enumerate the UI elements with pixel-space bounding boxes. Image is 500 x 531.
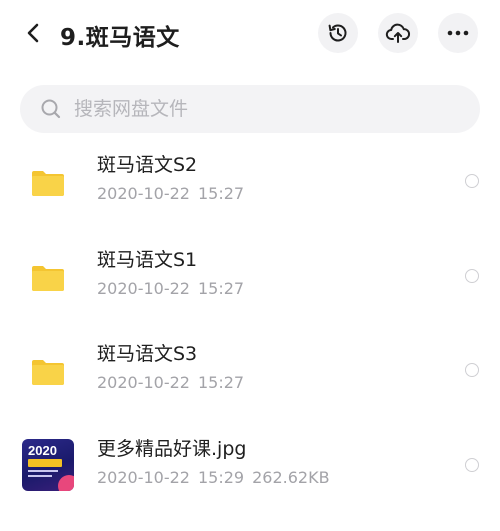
file-date: 2020-10-22	[97, 467, 190, 487]
top-bar: 9.斑马语文	[0, 0, 500, 70]
select-radio[interactable]	[465, 174, 479, 188]
select-radio[interactable]	[465, 268, 479, 283]
file-meta: 2020-10-22 15:29 262.62KB	[97, 468, 330, 487]
image-thumbnail: 2020	[22, 438, 74, 491]
folder-icon	[22, 252, 74, 304]
cloud-upload-icon	[385, 23, 411, 43]
cloud-upload-button[interactable]	[378, 13, 418, 53]
back-button[interactable]	[16, 16, 50, 50]
history-icon	[328, 24, 347, 42]
file-date: 2020-10-22	[97, 278, 190, 298]
file-size: 262.62KB	[252, 467, 330, 487]
list-item[interactable]: 斑马语文S3 2020-10-22 15:27	[0, 325, 500, 420]
file-time: 15:27	[197, 184, 245, 203]
list-item[interactable]: 斑马语文S1 2020-10-22 15:27	[0, 231, 500, 326]
file-name: 斑马语文S2	[97, 154, 198, 176]
file-time: 15:29	[197, 467, 245, 487]
select-radio[interactable]	[465, 363, 479, 377]
file-date: 2020-10-22	[97, 184, 190, 203]
file-browser-screen: 9.斑马语文 搜索网盘文件 斑马语文S2 2020-10-22 15:27 斑马…	[0, 0, 500, 531]
file-meta: 2020-10-22 15:27	[97, 373, 244, 392]
folder-icon	[22, 346, 74, 398]
file-date: 2020-10-22	[97, 373, 190, 392]
file-list: 斑马语文S2 2020-10-22 15:27 斑马语文S1 2020-10-22…	[0, 136, 500, 514]
page-title: 9.斑马语文	[60, 25, 180, 51]
file-name: 斑马语文S3	[97, 343, 198, 365]
search-bar[interactable]	[20, 85, 480, 133]
file-time: 15:27	[197, 373, 245, 392]
thumbnail-year-text: 2020	[28, 442, 57, 458]
search-input[interactable]	[74, 98, 454, 120]
file-name: 更多精品好课.jpg	[97, 437, 247, 460]
chevron-left-icon	[27, 23, 39, 43]
history-button[interactable]	[318, 13, 358, 53]
search-icon	[40, 98, 62, 120]
more-options-button[interactable]	[438, 13, 478, 53]
list-item[interactable]: 2020 更多精品好课.jpg 2020-10-22 15:29 262.62KB	[0, 420, 500, 515]
jpg-thumbnail-image: 2020	[22, 438, 74, 491]
file-time: 15:27	[197, 278, 245, 298]
more-dots-icon	[447, 30, 469, 36]
folder-icon	[22, 157, 74, 209]
list-item[interactable]: 斑马语文S2 2020-10-22 15:27	[0, 136, 500, 231]
file-meta: 2020-10-22 15:27	[97, 279, 244, 298]
select-radio[interactable]	[465, 457, 479, 472]
file-name: 斑马语文S1	[97, 248, 198, 271]
file-meta: 2020-10-22 15:27	[97, 184, 244, 203]
